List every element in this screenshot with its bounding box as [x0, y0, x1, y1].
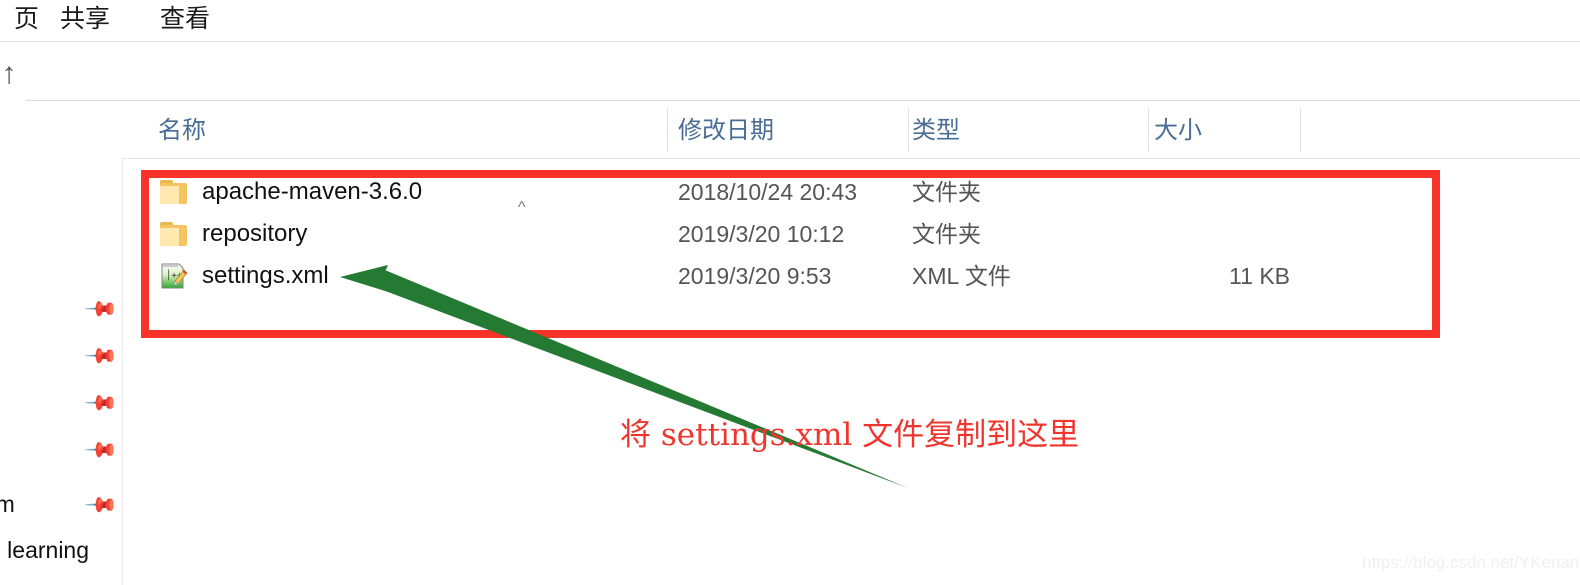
green-arrow-annotation	[340, 265, 908, 488]
annotation-note: 将 settings.xml 文件复制到这里	[620, 417, 1080, 453]
file-explorer-window: 页 共享 查看 ↑ ❯ 此电脑 ❯ 软件 (D:) ❯ install ❯ ma…	[0, 0, 1580, 585]
watermark: https://blog.csdn.net/YKenan	[1362, 553, 1580, 572]
